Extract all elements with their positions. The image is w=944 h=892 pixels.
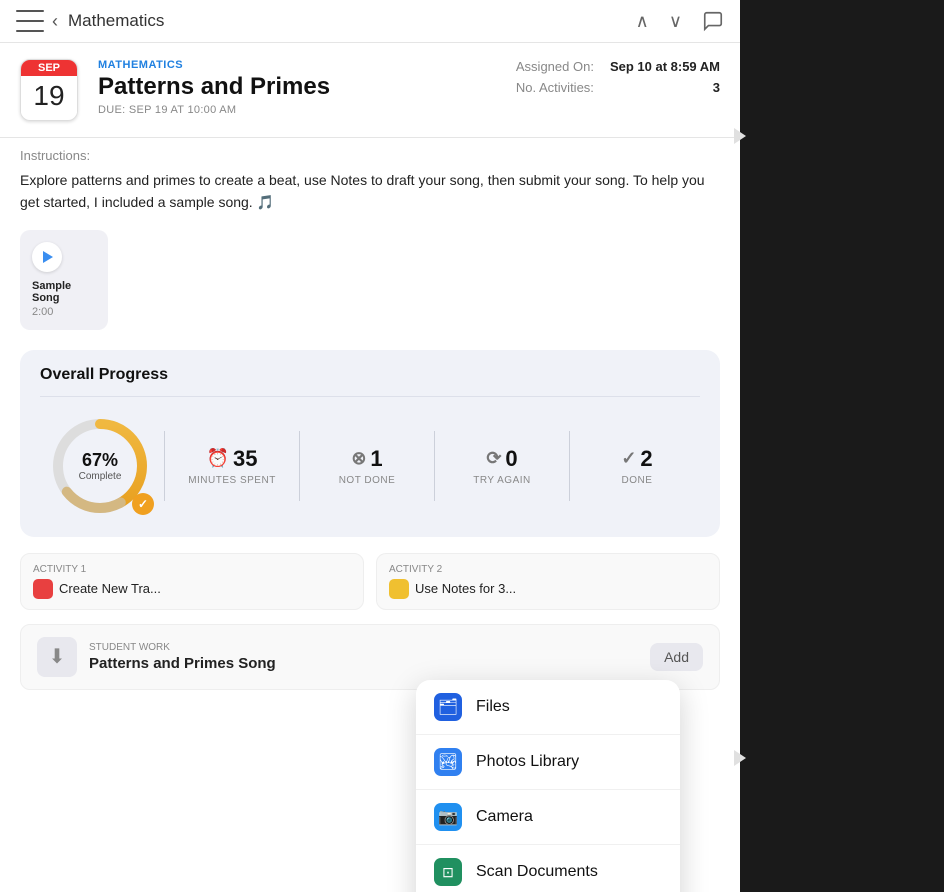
subject-label: MATHEMATICS: [98, 59, 496, 71]
stat-not-done-label: NOT DONE: [312, 475, 422, 486]
stat-minutes-label: MINUTES SPENT: [177, 475, 287, 486]
dropdown-menu: 🗂 Files 🏞 Photos Library 📷 Camera ⊡ Scan…: [416, 680, 680, 892]
stat-divider-4: [569, 431, 570, 501]
instructions-text: Explore patterns and primes to create a …: [20, 169, 720, 214]
assignment-title: Patterns and Primes: [98, 73, 496, 101]
menu-item-files-label: Files: [476, 698, 510, 716]
menu-item-camera-label: Camera: [476, 808, 533, 826]
photos-icon: 🏞: [434, 748, 462, 776]
menu-item-camera[interactable]: 📷 Camera: [416, 790, 680, 845]
stat-minutes-val: ⏰ 35: [177, 446, 287, 472]
media-title: Sample Song: [32, 280, 96, 304]
breadcrumb-title: Mathematics: [68, 11, 164, 31]
activity-card-1[interactable]: ACTIVITY 1 Create New Tra...: [20, 553, 364, 610]
act1-title-row: Create New Tra...: [33, 579, 351, 599]
act1-label: ACTIVITY 1: [33, 564, 351, 575]
calendar-icon: SEP 19: [20, 59, 78, 121]
act2-title: Use Notes for 3...: [415, 581, 516, 596]
files-icon: 🗂: [434, 693, 462, 721]
progress-divider: [40, 396, 700, 397]
work-label: STUDENT WORK: [89, 642, 638, 653]
stat-divider-2: [299, 431, 300, 501]
camera-icon: 📷: [434, 803, 462, 831]
try-again-icon: ⟳: [486, 448, 501, 469]
menu-item-files[interactable]: 🗂 Files: [416, 680, 680, 735]
due-date: DUE: SEP 19 AT 10:00 AM: [98, 104, 496, 116]
stat-try-again-label: TRY AGAIN: [447, 475, 557, 486]
assigned-on-row: Assigned On: Sep 10 at 8:59 AM: [516, 59, 720, 74]
back-chevron-icon[interactable]: ‹: [52, 11, 58, 32]
no-activities-value: 3: [713, 80, 720, 95]
work-info: STUDENT WORK Patterns and Primes Song: [89, 642, 638, 672]
sidebar-toggle-button[interactable]: [16, 10, 44, 32]
menu-item-photos-label: Photos Library: [476, 753, 579, 771]
add-arrow-pointer: [734, 750, 746, 766]
top-arrow-pointer: [734, 128, 746, 144]
stat-not-done: ⊗ 1 NOT DONE: [304, 446, 430, 486]
stat-try-again: ⟳ 0 TRY AGAIN: [439, 446, 565, 486]
top-bar-actions: ∧ ∨: [636, 10, 724, 32]
act2-label: ACTIVITY 2: [389, 564, 707, 575]
cal-month: SEP: [21, 60, 77, 76]
donut-check-icon: ✓: [132, 493, 154, 515]
top-bar: ‹ Mathematics ∧ ∨: [0, 0, 740, 43]
main-panel: ‹ Mathematics ∧ ∨ SEP 19 MATHEMATICS Pat…: [0, 0, 740, 892]
stat-done-val: ✓ 2: [582, 446, 692, 472]
nav-up-button[interactable]: ∧: [636, 11, 649, 32]
done-check-icon: ✓: [621, 448, 636, 469]
add-button[interactable]: Add: [650, 643, 703, 671]
activity-card-2[interactable]: ACTIVITY 2 Use Notes for 3...: [376, 553, 720, 610]
no-activities-label: No. Activities:: [516, 80, 594, 95]
instructions-label: Instructions:: [20, 148, 720, 163]
instructions-section: Instructions: Explore patterns and prime…: [0, 138, 740, 230]
donut-chart: 67% Complete ✓: [40, 411, 160, 521]
assigned-on-value: Sep 10 at 8:59 AM: [610, 59, 720, 74]
donut-percent: 67%: [79, 450, 122, 471]
dark-panel: [740, 0, 944, 892]
act2-icon: [389, 579, 409, 599]
activities-row: ACTIVITY 1 Create New Tra... ACTIVITY 2 …: [0, 553, 740, 624]
progress-title: Overall Progress: [40, 366, 700, 384]
sample-song-card[interactable]: Sample Song 2:00: [20, 230, 108, 330]
assigned-on-label: Assigned On:: [516, 59, 594, 74]
stat-divider-3: [434, 431, 435, 501]
work-title: Patterns and Primes Song: [89, 655, 638, 672]
stat-done: ✓ 2 DONE: [574, 446, 700, 486]
comment-icon[interactable]: [702, 10, 724, 32]
act1-icon: [33, 579, 53, 599]
assignment-meta: Assigned On: Sep 10 at 8:59 AM No. Activ…: [516, 59, 720, 121]
donut-center: 67% Complete: [79, 450, 122, 482]
stat-divider-1: [164, 431, 165, 501]
not-done-icon: ⊗: [351, 448, 366, 469]
act1-title: Create New Tra...: [59, 581, 161, 596]
menu-item-scan[interactable]: ⊡ Scan Documents: [416, 845, 680, 892]
stat-not-done-val: ⊗ 1: [312, 446, 422, 472]
stat-minutes: ⏰ 35 MINUTES SPENT: [169, 446, 295, 486]
cal-day: 19: [21, 76, 77, 115]
scan-icon: ⊡: [434, 858, 462, 886]
work-icon: ⬇: [37, 637, 77, 677]
play-triangle-icon: [43, 251, 53, 263]
progress-stats: 67% Complete ✓ ⏰ 35 MINUTES SPENT ⊗ 1: [40, 411, 700, 521]
play-button[interactable]: [32, 242, 62, 272]
stat-try-again-val: ⟳ 0: [447, 446, 557, 472]
progress-section: Overall Progress: [20, 350, 720, 537]
stat-done-label: DONE: [582, 475, 692, 486]
no-activities-row: No. Activities: 3: [516, 80, 720, 95]
assignment-info: MATHEMATICS Patterns and Primes DUE: SEP…: [98, 59, 496, 121]
menu-item-scan-label: Scan Documents: [476, 863, 598, 881]
assignment-header: SEP 19 MATHEMATICS Patterns and Primes D…: [0, 43, 740, 138]
clock-icon: ⏰: [207, 448, 229, 469]
media-duration: 2:00: [32, 306, 96, 318]
act2-title-row: Use Notes for 3...: [389, 579, 707, 599]
donut-label: Complete: [79, 471, 122, 482]
menu-item-photos[interactable]: 🏞 Photos Library: [416, 735, 680, 790]
nav-down-button[interactable]: ∨: [669, 11, 682, 32]
